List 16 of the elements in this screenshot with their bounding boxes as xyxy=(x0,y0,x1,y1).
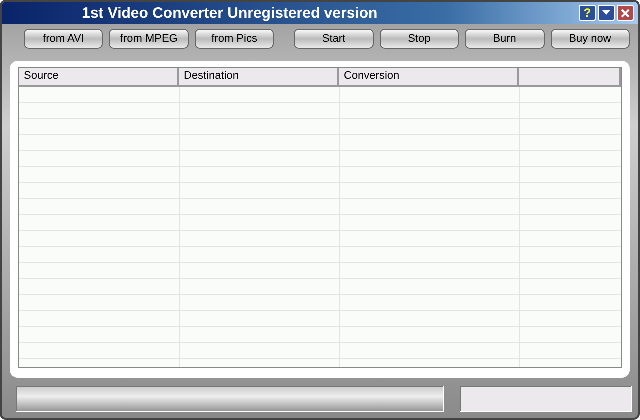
close-button[interactable] xyxy=(617,5,634,21)
minimize-icon xyxy=(602,10,611,16)
help-button[interactable]: ? xyxy=(579,5,596,21)
toolbar-button[interactable]: Start xyxy=(294,29,374,49)
minimize-button[interactable] xyxy=(598,5,615,21)
toolbar-button[interactable]: Buy now xyxy=(550,29,630,49)
column-header[interactable]: Conversion xyxy=(339,68,519,85)
toolbar-button[interactable]: Burn xyxy=(465,29,545,49)
toolbar-button[interactable]: Stop xyxy=(380,29,460,49)
column-header[interactable]: Source xyxy=(19,68,179,85)
column-header[interactable]: Destination xyxy=(179,68,339,85)
close-icon xyxy=(621,8,630,18)
toolbar-button[interactable]: from MPEG xyxy=(109,29,189,49)
toolbar-button[interactable]: from AVI xyxy=(24,29,104,49)
window-title: 1st Video Converter Unregistered version xyxy=(82,4,379,22)
toolbar-button[interactable]: from Pics xyxy=(194,29,274,49)
